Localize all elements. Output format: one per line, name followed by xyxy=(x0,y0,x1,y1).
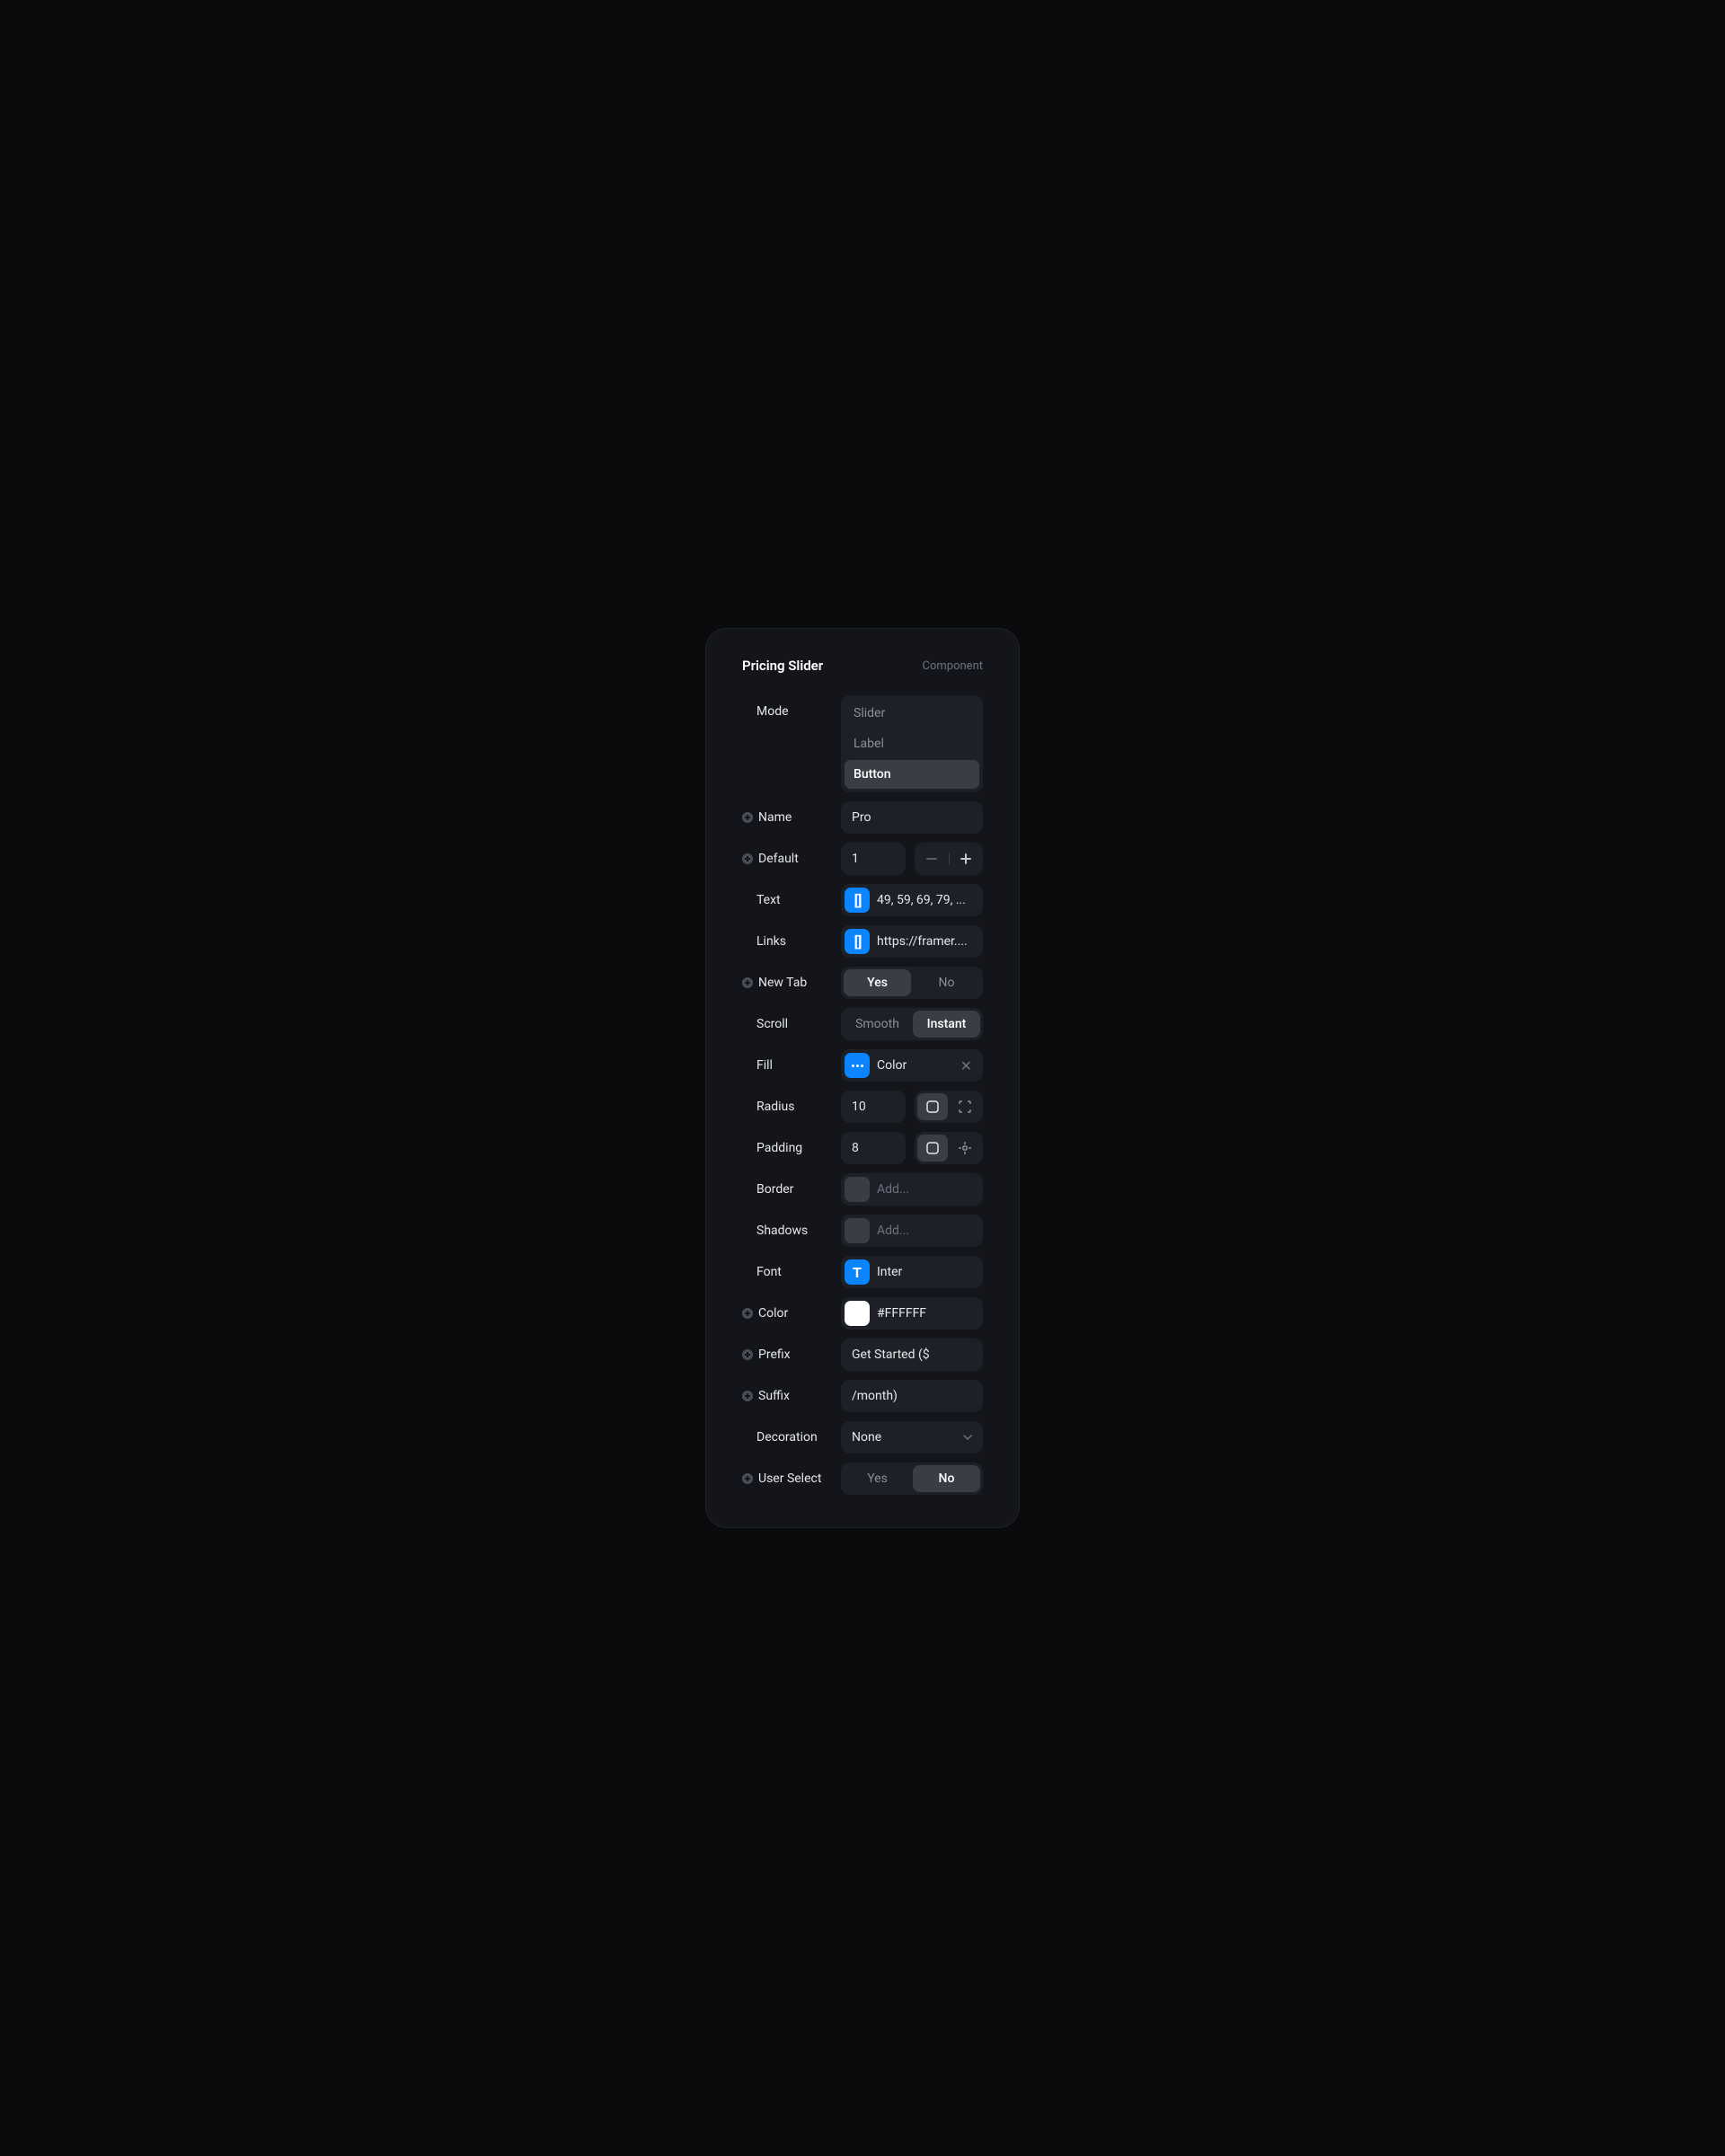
label-mode: Mode xyxy=(742,695,841,728)
per-corner-icon xyxy=(959,1100,971,1113)
mode-option-slider[interactable]: Slider xyxy=(845,699,979,728)
array-icon: [ ] xyxy=(845,888,870,913)
newtab-yes[interactable]: Yes xyxy=(844,969,911,996)
variable-icon xyxy=(845,1053,870,1078)
label-newtab: New Tab xyxy=(742,967,841,999)
label-border: Border xyxy=(742,1173,841,1206)
label-userselect: User Select xyxy=(742,1462,841,1495)
padding-per-side[interactable] xyxy=(950,1135,980,1162)
increment-button[interactable] xyxy=(950,843,984,875)
row-userselect: User Select Yes No xyxy=(742,1462,983,1495)
row-scroll: Scroll Smooth Instant xyxy=(742,1008,983,1040)
plus-circle-icon[interactable] xyxy=(742,1349,753,1360)
shadows-add-field[interactable]: Add... xyxy=(841,1215,983,1247)
label-suffix: Suffix xyxy=(742,1380,841,1412)
label-color: Color xyxy=(742,1297,841,1330)
plus-circle-icon[interactable] xyxy=(742,1473,753,1484)
label-links: Links xyxy=(742,925,841,958)
row-text: Text [ ] 49, 59, 69, 79, ... xyxy=(742,884,983,916)
padding-input[interactable]: 8 xyxy=(841,1132,906,1164)
plus-circle-icon[interactable] xyxy=(742,977,753,988)
mode-option-label[interactable]: Label xyxy=(845,729,979,758)
mode-option-button[interactable]: Button xyxy=(845,760,979,789)
row-shadows: Shadows Add... xyxy=(742,1215,983,1247)
border-add-field[interactable]: Add... xyxy=(841,1173,983,1206)
label-text: Text xyxy=(742,884,841,916)
default-input[interactable]: 1 xyxy=(841,843,906,875)
row-padding: Padding 8 xyxy=(742,1132,983,1164)
color-swatch-icon xyxy=(845,1301,870,1326)
decrement-button[interactable] xyxy=(915,843,949,875)
panel-title: Pricing Slider xyxy=(742,658,823,674)
suffix-input[interactable]: /month) xyxy=(841,1380,983,1412)
mode-segmented: Slider Label Button xyxy=(841,695,983,792)
plus-circle-icon[interactable] xyxy=(742,812,753,823)
label-default: Default xyxy=(742,843,841,875)
radius-mode-toggle xyxy=(915,1091,983,1123)
text-field[interactable]: [ ] 49, 59, 69, 79, ... xyxy=(841,884,983,916)
row-color: Color #FFFFFF xyxy=(742,1297,983,1330)
userselect-yes[interactable]: Yes xyxy=(844,1465,911,1492)
property-panel: Pricing Slider Component Mode Slider Lab… xyxy=(705,628,1020,1528)
padding-mode-toggle xyxy=(915,1132,983,1164)
row-fill: Fill Color ✕ xyxy=(742,1049,983,1082)
scroll-segmented: Smooth Instant xyxy=(841,1008,983,1040)
label-font: Font xyxy=(742,1256,841,1288)
color-field[interactable]: #FFFFFF xyxy=(841,1297,983,1330)
per-side-icon xyxy=(959,1142,971,1154)
clear-fill-button[interactable]: ✕ xyxy=(957,1057,976,1074)
text-icon: T xyxy=(845,1259,870,1285)
row-links: Links [ ] https://framer.... xyxy=(742,925,983,958)
label-radius: Radius xyxy=(742,1091,841,1123)
label-fill: Fill xyxy=(742,1049,841,1082)
scroll-smooth[interactable]: Smooth xyxy=(844,1011,911,1038)
newtab-no[interactable]: No xyxy=(913,969,980,996)
row-name: Name Pro xyxy=(742,801,983,834)
userselect-segmented: Yes No xyxy=(841,1462,983,1495)
label-shadows: Shadows xyxy=(742,1215,841,1247)
row-suffix: Suffix /month) xyxy=(742,1380,983,1412)
label-scroll: Scroll xyxy=(742,1008,841,1040)
decoration-select[interactable]: None xyxy=(841,1421,983,1454)
label-name: Name xyxy=(742,801,841,834)
radius-input[interactable]: 10 xyxy=(841,1091,906,1123)
newtab-segmented: Yes No xyxy=(841,967,983,999)
minus-icon xyxy=(926,858,937,860)
label-decoration: Decoration xyxy=(742,1421,841,1454)
row-decoration: Decoration None xyxy=(742,1421,983,1454)
all-corners-icon xyxy=(926,1100,939,1113)
radius-per-corner[interactable] xyxy=(950,1093,980,1120)
empty-swatch-icon xyxy=(845,1177,870,1202)
plus-circle-icon[interactable] xyxy=(742,1391,753,1401)
chevron-down-icon xyxy=(963,1435,972,1440)
empty-swatch-icon xyxy=(845,1218,870,1243)
userselect-no[interactable]: No xyxy=(913,1465,980,1492)
all-sides-icon xyxy=(926,1142,939,1154)
panel-subtitle: Component xyxy=(923,659,984,673)
plus-circle-icon[interactable] xyxy=(742,853,753,864)
panel-header: Pricing Slider Component xyxy=(742,658,983,674)
plus-icon xyxy=(960,853,971,864)
scroll-instant[interactable]: Instant xyxy=(913,1011,980,1038)
padding-all-sides[interactable] xyxy=(917,1135,948,1162)
label-prefix: Prefix xyxy=(742,1339,841,1371)
default-stepper xyxy=(915,843,983,875)
row-default: Default 1 xyxy=(742,843,983,875)
row-border: Border Add... xyxy=(742,1173,983,1206)
plus-circle-icon[interactable] xyxy=(742,1308,753,1319)
radius-all-corners[interactable] xyxy=(917,1093,948,1120)
row-font: Font T Inter xyxy=(742,1256,983,1288)
row-newtab: New Tab Yes No xyxy=(742,967,983,999)
links-field[interactable]: [ ] https://framer.... xyxy=(841,925,983,958)
name-input[interactable]: Pro xyxy=(841,801,983,834)
prefix-input[interactable]: Get Started ($ xyxy=(841,1339,983,1371)
font-field[interactable]: T Inter xyxy=(841,1256,983,1288)
row-radius: Radius 10 xyxy=(742,1091,983,1123)
row-prefix: Prefix Get Started ($ xyxy=(742,1339,983,1371)
fill-field[interactable]: Color ✕ xyxy=(841,1049,983,1082)
label-padding: Padding xyxy=(742,1132,841,1164)
row-mode: Mode Slider Label Button xyxy=(742,695,983,792)
array-icon: [ ] xyxy=(845,929,870,954)
